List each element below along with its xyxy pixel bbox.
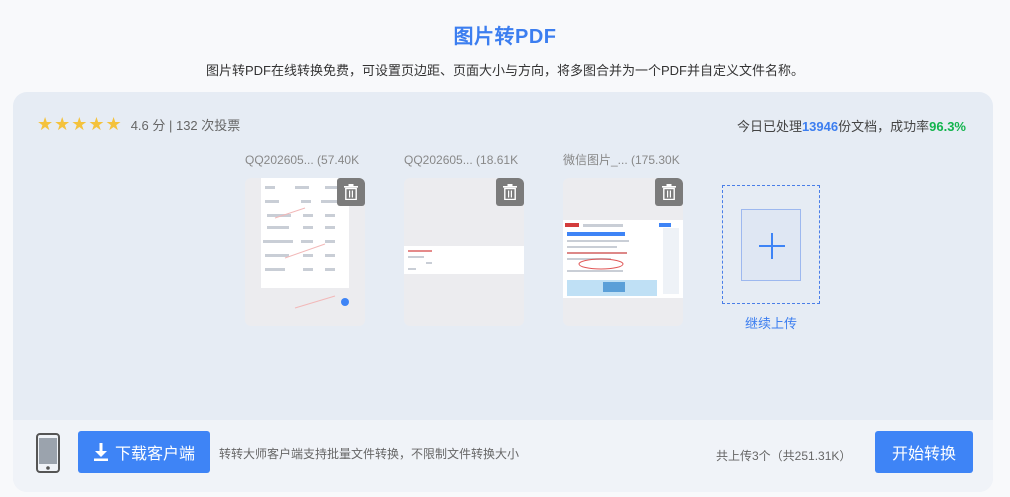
trash-icon	[344, 184, 358, 200]
delete-file-button[interactable]	[655, 178, 683, 206]
plus-icon	[759, 233, 785, 259]
phone-icon	[36, 433, 60, 473]
download-icon	[93, 443, 108, 461]
success-rate: 96.3%	[929, 119, 966, 134]
file-card[interactable]: QQ202605... (57.40K	[245, 152, 365, 326]
rating-summary: ★★★★★ 4.6 分 | 132 次投票	[37, 114, 240, 135]
processed-count: 13946	[801, 119, 839, 134]
action-bar: 下载客户端 转转大师客户端支持批量文件转换，不限制文件转换大小 共上传3个（共2…	[13, 420, 993, 492]
stats-prefix: 今日已处理	[736, 119, 802, 134]
processing-stats: 今日已处理13946份文档，成功率96.3%	[737, 116, 966, 135]
file-name: QQ202605... (18.61K	[404, 153, 519, 167]
file-name: QQ202605... (57.40K	[245, 153, 360, 167]
file-thumbnail[interactable]	[404, 178, 524, 326]
file-card[interactable]: QQ202605... (18.61K	[404, 152, 524, 326]
converter-panel: ★★★★★ 4.6 分 | 132 次投票 今日已处理13946份文档，成功率9…	[13, 92, 993, 492]
client-note: 转转大师客户端支持批量文件转换，不限制文件转换大小	[219, 447, 520, 461]
download-client-button[interactable]: 下载客户端	[78, 431, 210, 473]
star-rating-icon[interactable]: ★★★★★	[37, 114, 123, 135]
continue-upload-link[interactable]: 继续上传	[722, 313, 820, 332]
start-convert-button[interactable]: 开始转换	[875, 431, 973, 473]
file-name: 微信图片_... (175.30K	[563, 153, 680, 167]
trash-icon	[503, 184, 517, 200]
stats-middle: 份文档，成功率	[838, 119, 930, 134]
trash-icon	[662, 184, 676, 200]
page-title: 图片转PDF	[453, 26, 557, 48]
add-more-button[interactable]	[722, 185, 820, 304]
download-client-label: 下载客户端	[114, 446, 195, 463]
delete-file-button[interactable]	[496, 178, 524, 206]
rating-score: 4.6 分 | 132 次投票	[130, 118, 241, 133]
file-thumbnail[interactable]	[245, 178, 365, 326]
file-thumbnail[interactable]	[563, 178, 683, 326]
upload-total: 共上传3个（共251.31K）	[716, 449, 852, 463]
page-subtitle: 图片转PDF在线转换免费，可设置页边距、页面大小与方向，将多图合并为一个PDF并…	[205, 63, 804, 78]
add-file-area[interactable]	[741, 209, 801, 281]
file-card[interactable]: 微信图片_... (175.30K	[563, 152, 683, 326]
delete-file-button[interactable]	[337, 178, 365, 206]
